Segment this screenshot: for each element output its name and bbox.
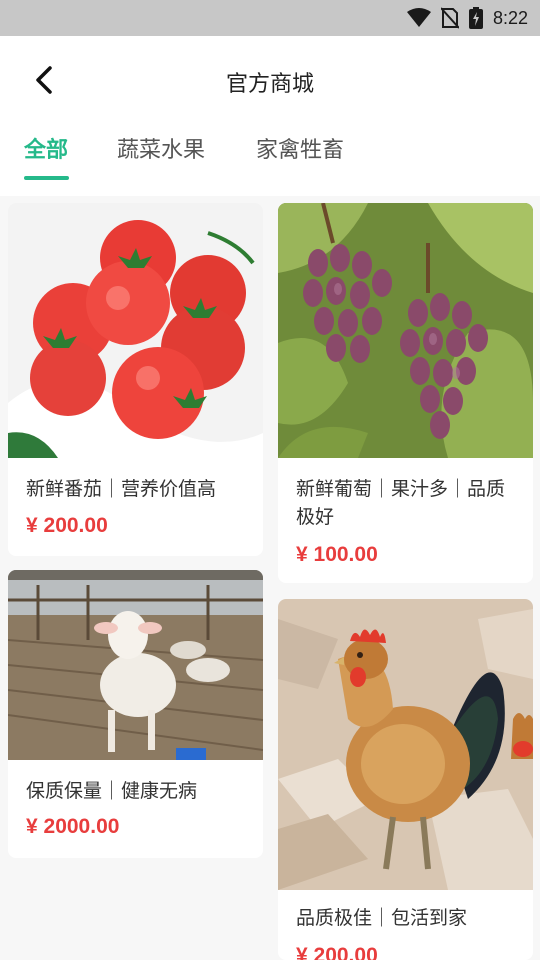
tab-vegetables-fruits[interactable]: 蔬菜水果	[117, 132, 205, 164]
product-price: ¥ 200.00	[26, 514, 108, 537]
product-card[interactable]: 品质极佳｜包活到家 ¥ 200.00	[278, 599, 533, 960]
product-price: ¥ 200.00	[296, 944, 378, 960]
product-title: 新鲜葡萄｜果汁多｜品质极好	[296, 478, 506, 528]
wifi-icon	[406, 8, 431, 27]
clock: 8:22	[492, 7, 528, 28]
product-card[interactable]: 新鲜番茄｜营养价值高 ¥ 200.00	[8, 203, 263, 556]
product-image-sheep	[8, 570, 263, 760]
tab-poultry-livestock[interactable]: 家禽牲畜	[256, 132, 344, 164]
product-price: ¥ 2000.00	[26, 815, 120, 838]
product-title: 品质极佳｜包活到家	[296, 907, 468, 929]
status-icons: 8:22	[406, 6, 528, 30]
page-title: 官方商城	[225, 72, 314, 97]
product-grid: 新鲜番茄｜营养价值高 ¥ 200.00 新鲜葡萄｜果汁多｜品质极好 ¥ 100.…	[0, 196, 540, 960]
product-title: 新鲜番茄｜营养价值高	[26, 478, 217, 500]
product-title: 保质保量｜健康无病	[26, 780, 198, 802]
app-header: 官方商城 全部 蔬菜水果 家禽牲畜	[0, 36, 540, 196]
category-tabs: 全部 蔬菜水果 家禽牲畜	[0, 128, 540, 188]
product-image-tomato	[8, 203, 263, 458]
status-bar: 8:22	[0, 0, 540, 36]
product-price: ¥ 100.00	[296, 543, 378, 566]
product-card[interactable]: 新鲜葡萄｜果汁多｜品质极好 ¥ 100.00	[278, 203, 533, 583]
no-sim-icon	[440, 7, 459, 29]
product-card[interactable]: 保质保量｜健康无病 ¥ 2000.00	[8, 570, 263, 858]
product-image-chicken	[278, 599, 533, 890]
tab-all[interactable]: 全部	[24, 132, 68, 164]
active-tab-indicator	[24, 176, 69, 180]
battery-charging-icon	[468, 7, 483, 29]
product-image-grape	[278, 203, 533, 458]
